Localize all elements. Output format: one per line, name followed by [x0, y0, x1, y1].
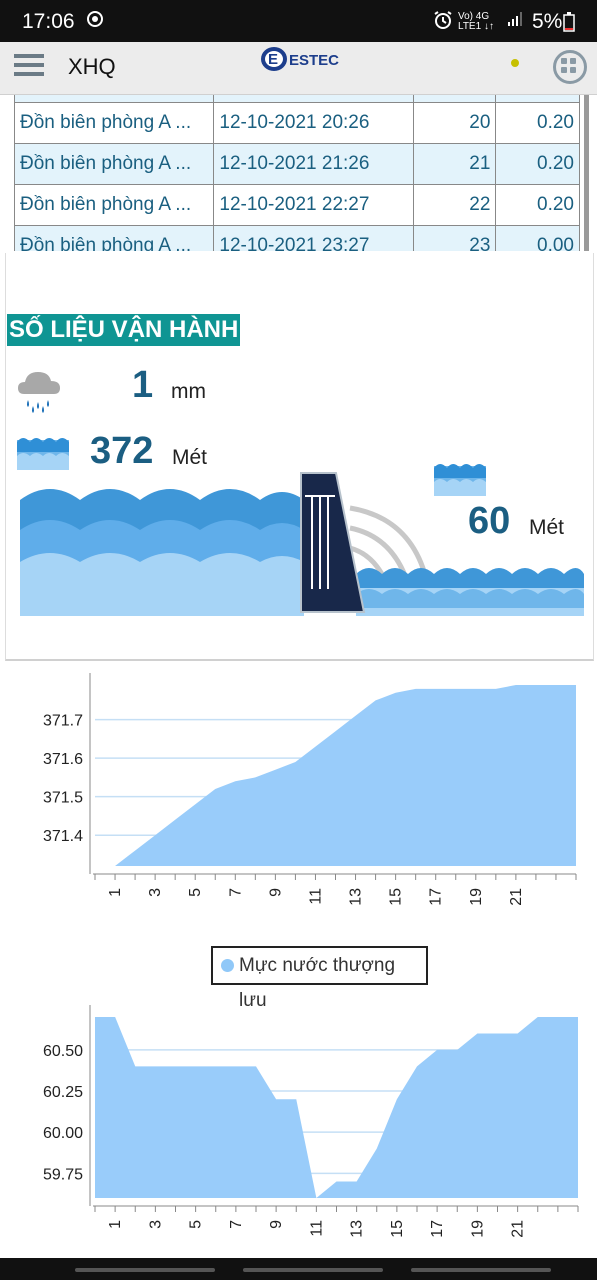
menu-icon[interactable]: [14, 54, 44, 80]
online-indicator: [511, 59, 519, 67]
table-cell: 0.20: [495, 95, 580, 103]
table-cell: 23: [412, 225, 497, 251]
x-tick-label: 5: [187, 888, 204, 897]
y-tick-label: 371.7: [43, 713, 83, 730]
x-tick-label: 11: [308, 1220, 325, 1237]
x-tick-label: 13: [349, 1220, 366, 1238]
table-row[interactable]: Đồn biên phòng A ...12-10-2021 19:26190.…: [14, 95, 580, 103]
x-tick-label: 3: [147, 888, 164, 897]
dam-illustration: [20, 470, 584, 621]
y-tick-label: 60.00: [43, 1125, 83, 1142]
table-cell: Đồn biên phòng A ...: [14, 95, 215, 103]
table-cell: Đồn biên phòng A ...: [14, 225, 215, 251]
x-tick-label: 9: [267, 888, 284, 897]
alarm-icon: [433, 10, 453, 35]
app-bar: XHQ E ESTEC: [0, 42, 597, 95]
status-bar: 17:06 Vo) 4G LTE1 ↓↑ 5%: [0, 0, 597, 42]
network-bottom: LTE1 ↓↑: [458, 21, 494, 32]
x-tick-label: 19: [468, 888, 485, 906]
table-row[interactable]: Đồn biên phòng A ... 12-10-2021 22:27 22 0.…: [14, 184, 580, 226]
x-tick-label: 3: [147, 1220, 164, 1229]
status-time: 17:06: [22, 10, 75, 33]
legend-swatch: [221, 959, 234, 972]
rain-cloud-icon: [16, 366, 62, 421]
table-cell: 12-10-2021 22:27: [213, 184, 414, 226]
battery-icon: [563, 12, 575, 37]
x-tick-label: 15: [389, 1220, 406, 1238]
upstream-water-icon: [17, 432, 69, 475]
navigation-bar: [0, 1258, 597, 1280]
svg-text:E: E: [268, 51, 278, 68]
nav-home[interactable]: [243, 1268, 383, 1272]
rain-unit: mm: [171, 380, 206, 403]
apps-grid-icon[interactable]: [553, 50, 587, 84]
x-tick-label: 7: [228, 1220, 245, 1229]
nav-recents[interactable]: [75, 1268, 215, 1272]
rainfall-table: Đồn biên phòng A ...12-10-2021 19:26190.…: [14, 95, 589, 251]
x-tick-label: 11: [307, 888, 324, 905]
table-row[interactable]: Đồn biên phòng A ... 12-10-2021 21:26 21 0.…: [14, 143, 580, 185]
x-tick-label: 21: [508, 888, 525, 906]
network-indicator: Vo) 4G LTE1 ↓↑: [458, 12, 494, 32]
app-title: XHQ: [68, 54, 116, 79]
x-tick-label: 1: [107, 888, 124, 897]
estec-logo: E ESTEC: [260, 46, 340, 72]
y-tick-label: 371.5: [43, 790, 83, 807]
upstream-level-chart: 371.4371.5371.6371.71 3 5 7 9 11 13 15 17 19 21: [43, 673, 577, 906]
x-tick-label: 5: [188, 1220, 205, 1229]
section-title: SỐ LIỆU VẬN HÀNH: [7, 314, 241, 346]
sync-icon: [86, 10, 104, 33]
area-series: [95, 685, 576, 866]
table-cell: 19: [412, 95, 497, 103]
table-cell: 12-10-2021 23:27: [213, 225, 414, 251]
x-tick-label: 7: [227, 888, 244, 897]
table-cell: 0.00: [495, 225, 580, 251]
rain-value: 1: [132, 364, 154, 406]
x-tick-label: 9: [268, 1220, 285, 1229]
y-tick-label: 371.6: [43, 751, 83, 768]
upstream-level-value: 372: [90, 430, 154, 472]
table-cell: 22: [412, 184, 497, 226]
x-tick-label: 1: [107, 1220, 124, 1229]
table-cell: 12-10-2021 21:26: [213, 143, 414, 185]
chart-legend[interactable]: Mực nước thượng lưu: [211, 946, 428, 1011]
y-tick-label: 371.4: [43, 828, 83, 845]
battery-percent: 5%: [532, 10, 563, 33]
nav-back[interactable]: [411, 1268, 551, 1272]
upstream-level-unit: Mét: [172, 446, 208, 469]
y-tick-label: 60.25: [43, 1084, 83, 1101]
table-cell: 0.20: [495, 143, 580, 185]
x-tick-label: 17: [429, 1220, 446, 1238]
table-cell: Đồn biên phòng A ...: [14, 184, 215, 226]
downstream-level-chart: 59.7560.0060.2560.501 3 5 7 9 11 13 15 17 19 21: [43, 1005, 579, 1238]
x-tick-label: 19: [469, 1220, 486, 1238]
x-tick-label: 17: [428, 888, 445, 906]
table-cell: 0.20: [495, 102, 580, 144]
x-tick-label: 21: [510, 1220, 527, 1238]
x-tick-label: 13: [348, 888, 365, 906]
table-cell: 20: [412, 102, 497, 144]
table-cell: Đồn biên phòng A ...: [14, 143, 215, 185]
signal-icon: [506, 10, 524, 33]
table-cell: 12-10-2021 19:26: [213, 95, 414, 103]
y-tick-label: 60.50: [43, 1043, 83, 1060]
y-tick-label: 59.75: [43, 1166, 83, 1183]
table-cell: 12-10-2021 20:26: [213, 102, 414, 144]
table-row[interactable]: Đồn biên phòng A ... 12-10-2021 23:27 23 0.…: [14, 225, 580, 251]
table-cell: 0.20: [495, 184, 580, 226]
table-row[interactable]: Đồn biên phòng A ... 12-10-2021 20:26 20 0.…: [14, 102, 580, 144]
area-series: [95, 1017, 578, 1198]
logo-text: ESTEC: [289, 52, 339, 69]
x-tick-label: 15: [388, 888, 405, 906]
table-cell: 21: [412, 143, 497, 185]
table-cell: Đồn biên phòng A ...: [14, 102, 215, 144]
